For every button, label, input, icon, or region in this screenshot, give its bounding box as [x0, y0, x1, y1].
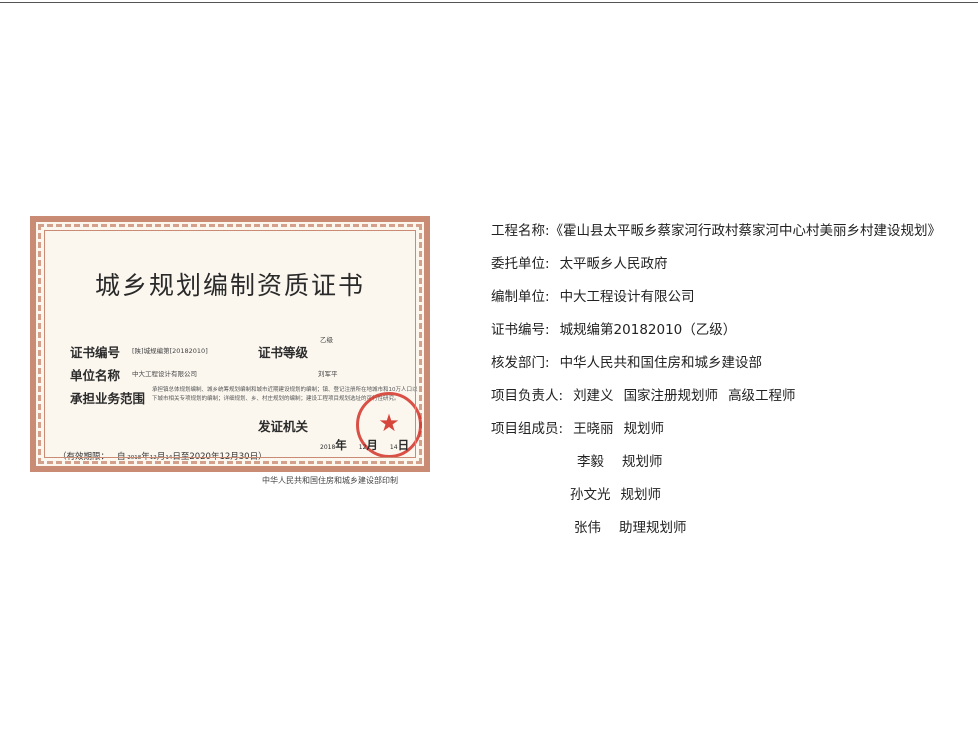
unit-value: 中大工程设计有限公司	[132, 370, 197, 378]
project-name-label: 工程名称:	[491, 223, 550, 239]
cert-line: 证书编号: 城规编第20182010（乙级）	[491, 318, 736, 338]
unit-label: 单位名称	[70, 368, 121, 383]
project-name: 《霍山县太平畈乡蔡家河行政村蔡家河中心村美丽乡村建设规划》	[549, 223, 942, 239]
scope-text: 承担镇总体规划编制、城乡统筹规划编制和城市近期建设规划的编制；镇、登记注册所在地…	[152, 387, 418, 402]
member-role: 规划师	[623, 421, 665, 437]
cert-value: 城规编第20182010（乙级）	[559, 322, 737, 338]
designer-label: 编制单位:	[491, 289, 550, 305]
member-role: 助理规划师	[619, 520, 687, 536]
leader-title-1: 国家注册规划师	[623, 388, 719, 404]
top-rule	[0, 2, 978, 3]
client-value: 太平畈乡人民政府	[559, 256, 668, 272]
leader-label: 项目负责人:	[491, 388, 564, 404]
issuer-label: 核发部门:	[491, 355, 550, 371]
member-role: 规划师	[622, 454, 663, 470]
leader-line: 项目负责人: 刘建义 国家注册规划师 高级工程师	[491, 384, 796, 404]
project-name-line: 工程名称:《霍山县太平畈乡蔡家河行政村蔡家河中心村美丽乡村建设规划》	[491, 219, 941, 239]
issuer-line: 核发部门: 中华人民共和国住房和城乡建设部	[491, 351, 762, 371]
scope-label: 承担业务范围	[70, 391, 146, 406]
designer-line: 编制单位: 中大工程设计有限公司	[491, 285, 695, 305]
member-line: 孙文光 规划师	[570, 483, 661, 503]
member-name: 王晓丽	[573, 421, 614, 437]
member-name: 李毅	[577, 454, 604, 470]
member-role: 规划师	[620, 487, 662, 503]
member-line: 张伟 助理规划师	[574, 516, 687, 536]
certificate-title: 城乡规划编制资质证书	[94, 271, 365, 300]
issue-date: 2018年 12月 14日	[320, 438, 410, 452]
member-name: 张伟	[574, 520, 601, 536]
seal-star-icon: ★	[378, 409, 400, 437]
member-name: 孙文光	[570, 487, 611, 503]
member-line: 李毅 规划师	[577, 450, 663, 470]
client-line: 委托单位: 太平畈乡人民政府	[491, 252, 668, 272]
validity-period: （有效期限：自 2018年12月14日至2020年12月30日）	[58, 452, 267, 462]
members-line: 项目组成员: 王晓丽 规划师	[491, 417, 664, 437]
grade-value: 乙级	[320, 336, 333, 344]
leader-name: 刘建义	[573, 388, 614, 404]
designer-value: 中大工程设计有限公司	[559, 289, 695, 305]
official-seal: ★	[356, 392, 422, 458]
legal-rep: 刘军平	[318, 370, 338, 378]
qualification-certificate: 城乡规划编制资质证书 证书编号 [陕]城规编第[20182010] 证书等级 乙…	[30, 216, 430, 472]
issuer-label: 发证机关	[258, 419, 309, 434]
members-label: 项目组成员:	[491, 421, 564, 437]
issuer-value: 中华人民共和国住房和城乡建设部	[559, 355, 763, 371]
certificate-printer: 中华人民共和国住房和城乡建设部印制	[262, 476, 398, 485]
grade-label: 证书等级	[258, 345, 309, 360]
cert-label: 证书编号:	[491, 322, 550, 338]
leader-title-2: 高级工程师	[728, 388, 796, 404]
cert-no-label: 证书编号	[70, 345, 121, 360]
cert-no-value: [陕]城规编第[20182010]	[132, 347, 208, 355]
client-label: 委托单位:	[491, 256, 550, 272]
